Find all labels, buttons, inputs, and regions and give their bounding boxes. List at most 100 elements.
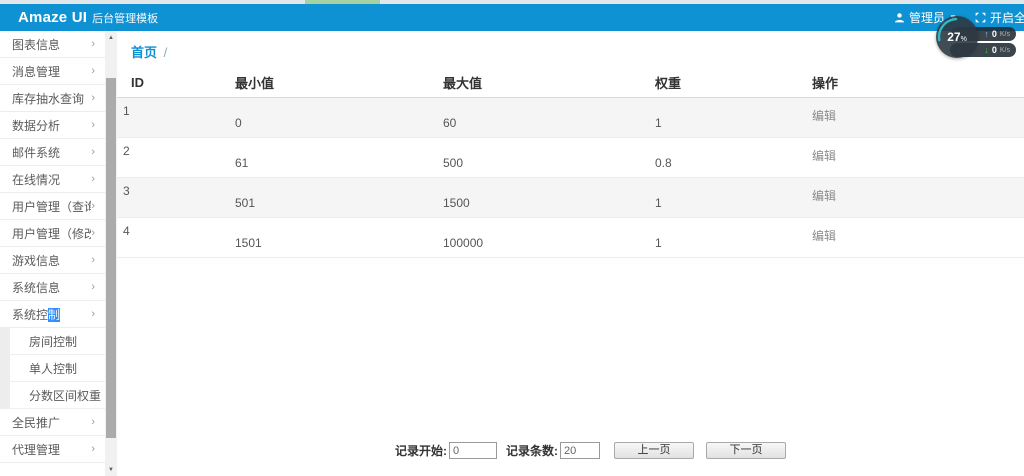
sidebar-item-data-analysis[interactable]: 数据分析 › xyxy=(0,112,105,139)
selected-text: 制 xyxy=(48,308,60,322)
cell-id: 1 xyxy=(117,97,221,137)
sidebar-item-agent-management[interactable]: 代理管理 › xyxy=(0,436,105,463)
breadcrumb-home-link[interactable]: 首页 xyxy=(131,45,157,60)
main-content: 首页 / ID 最小值 最大值 权重 操作 1 0 60 1 编辑 2 61 xyxy=(117,31,1024,476)
brand-subtitle: 后台管理模板 xyxy=(92,10,158,26)
chevron-right-icon: › xyxy=(91,254,95,266)
table-row: 4 1501 100000 1 编辑 xyxy=(117,217,1024,257)
cell-max: 500 xyxy=(429,137,641,177)
cell-weight: 1 xyxy=(641,177,798,217)
sidebar-item-label: 在线情况 xyxy=(12,171,91,188)
sidebar-item-game-info[interactable]: 游戏信息 › xyxy=(0,247,105,274)
download-unit: K/s xyxy=(1000,47,1010,54)
sidebar-subitem-label: 分数区间权重 xyxy=(29,387,101,404)
cpu-gauge[interactable]: 27% xyxy=(936,16,978,58)
sidebar-subitem-score-range-weight[interactable]: 分数区间权重 xyxy=(0,382,105,409)
edit-link[interactable]: 编辑 xyxy=(812,109,836,123)
cell-min: 1501 xyxy=(221,217,429,257)
upload-unit: K/s xyxy=(1000,31,1010,38)
sidebar-item-label: 消息管理 xyxy=(12,63,91,80)
breadcrumb: 首页 / xyxy=(131,42,1024,61)
brand-name: Amaze UI xyxy=(18,9,87,26)
scrollbar-up-arrow[interactable]: ▲ xyxy=(105,31,117,44)
sidebar-item-label: 系统信息 xyxy=(12,279,91,296)
chevron-right-icon: › xyxy=(91,443,95,455)
cell-id: 2 xyxy=(117,137,221,177)
table-row: 1 0 60 1 编辑 xyxy=(117,97,1024,137)
sidebar-item-label: 用户管理（修改） xyxy=(12,225,91,242)
pagination-bar: 记录开始: 记录条数: 上一页 下一页 xyxy=(395,442,786,459)
sidebar-item-online-status[interactable]: 在线情况 › xyxy=(0,166,105,193)
download-value: 0 xyxy=(992,45,997,55)
sidebar-item-mail-system[interactable]: 邮件系统 › xyxy=(0,139,105,166)
record-start-label: 记录开始: xyxy=(395,442,447,459)
record-start-input[interactable] xyxy=(449,442,497,459)
sidebar-item-label: 系统控制 xyxy=(12,306,91,323)
sidebar-item-system-info[interactable]: 系统信息 › xyxy=(0,274,105,301)
sidebar-item-label: 游戏信息 xyxy=(12,252,91,269)
cell-min: 501 xyxy=(221,177,429,217)
chevron-right-icon: › xyxy=(91,65,95,77)
column-header-min: 最小值 xyxy=(221,69,429,97)
sidebar-subitem-single-control[interactable]: 单人控制 xyxy=(0,355,105,382)
sidebar-item-message-management[interactable]: 消息管理 › xyxy=(0,58,105,85)
gauge-arc xyxy=(936,16,978,58)
sidebar-item-user-management-edit[interactable]: 用户管理（修改） › xyxy=(0,220,105,247)
sidebar: 图表信息 › 消息管理 › 库存抽水查询 › 数据分析 › 邮件系统 › 在线情… xyxy=(0,31,105,476)
prev-page-button[interactable]: 上一页 xyxy=(614,442,694,459)
column-header-action: 操作 xyxy=(798,69,1024,97)
cell-min: 0 xyxy=(221,97,429,137)
cell-weight: 1 xyxy=(641,217,798,257)
sidebar-item-label: 全民推广 xyxy=(12,414,91,431)
table-row: 3 501 1500 1 编辑 xyxy=(117,177,1024,217)
chevron-right-icon: › xyxy=(91,38,95,50)
upload-arrow-icon: ↑ xyxy=(984,30,989,39)
chevron-right-icon: › xyxy=(91,146,95,158)
weights-table: ID 最小值 最大值 权重 操作 1 0 60 1 编辑 2 61 500 0.… xyxy=(117,69,1024,258)
sidebar-item-label: 库存抽水查询 xyxy=(12,90,91,107)
user-icon xyxy=(894,12,905,23)
sidebar-subitem-label: 单人控制 xyxy=(29,360,77,377)
edit-link[interactable]: 编辑 xyxy=(812,149,836,163)
sidebar-item-promotion[interactable]: 全民推广 › xyxy=(0,409,105,436)
sidebar-item-system-control[interactable]: 系统控制 › xyxy=(0,301,105,328)
next-page-button[interactable]: 下一页 xyxy=(706,442,786,459)
chevron-right-icon: › xyxy=(91,173,95,185)
sidebar-item-chart-info[interactable]: 图表信息 › xyxy=(0,31,105,58)
edit-link[interactable]: 编辑 xyxy=(812,229,836,243)
column-header-weight: 权重 xyxy=(641,69,798,97)
brand-logo[interactable]: Amaze UI 后台管理模板 xyxy=(18,9,158,26)
scrollbar-thumb[interactable] xyxy=(106,78,116,438)
cell-min: 61 xyxy=(221,137,429,177)
sidebar-item-label: 代理管理 xyxy=(12,441,91,458)
breadcrumb-separator: / xyxy=(164,45,168,60)
upload-value: 0 xyxy=(992,29,997,39)
chevron-right-icon: › xyxy=(91,281,95,293)
chevron-right-icon: › xyxy=(91,227,95,239)
table-row: 2 61 500 0.8 编辑 xyxy=(117,137,1024,177)
chevron-right-icon: › xyxy=(91,200,95,212)
sidebar-item-user-management-query[interactable]: 用户管理（查询） › xyxy=(0,193,105,220)
sidebar-subitem-label: 房间控制 xyxy=(29,333,77,350)
download-arrow-icon: ↓ xyxy=(984,46,989,55)
edit-link[interactable]: 编辑 xyxy=(812,189,836,203)
record-count-label: 记录条数: xyxy=(506,442,558,459)
record-count-input[interactable] xyxy=(560,442,600,459)
cell-max: 60 xyxy=(429,97,641,137)
cell-max: 1500 xyxy=(429,177,641,217)
sidebar-scrollbar[interactable]: ▲ ▼ xyxy=(105,31,117,476)
sidebar-item-label: 图表信息 xyxy=(12,36,91,53)
sidebar-item-inventory-query[interactable]: 库存抽水查询 › xyxy=(0,85,105,112)
scrollbar-down-arrow[interactable]: ▼ xyxy=(105,463,117,476)
system-monitor-widget[interactable]: ↑ 0 K/s ↓ 0 K/s 27% xyxy=(936,16,1016,60)
cell-id: 3 xyxy=(117,177,221,217)
cell-weight: 1 xyxy=(641,97,798,137)
sidebar-item-label: 用户管理（查询） xyxy=(12,198,91,215)
topbar: Amaze UI 后台管理模板 管理员 ▼ 开启全屏 xyxy=(0,4,1024,31)
sidebar-item-label: 数据分析 xyxy=(12,117,91,134)
cell-weight: 0.8 xyxy=(641,137,798,177)
chevron-right-icon: › xyxy=(91,92,95,104)
column-header-id: ID xyxy=(117,69,221,97)
sidebar-subitem-room-control[interactable]: 房间控制 xyxy=(0,328,105,355)
column-header-max: 最大值 xyxy=(429,69,641,97)
